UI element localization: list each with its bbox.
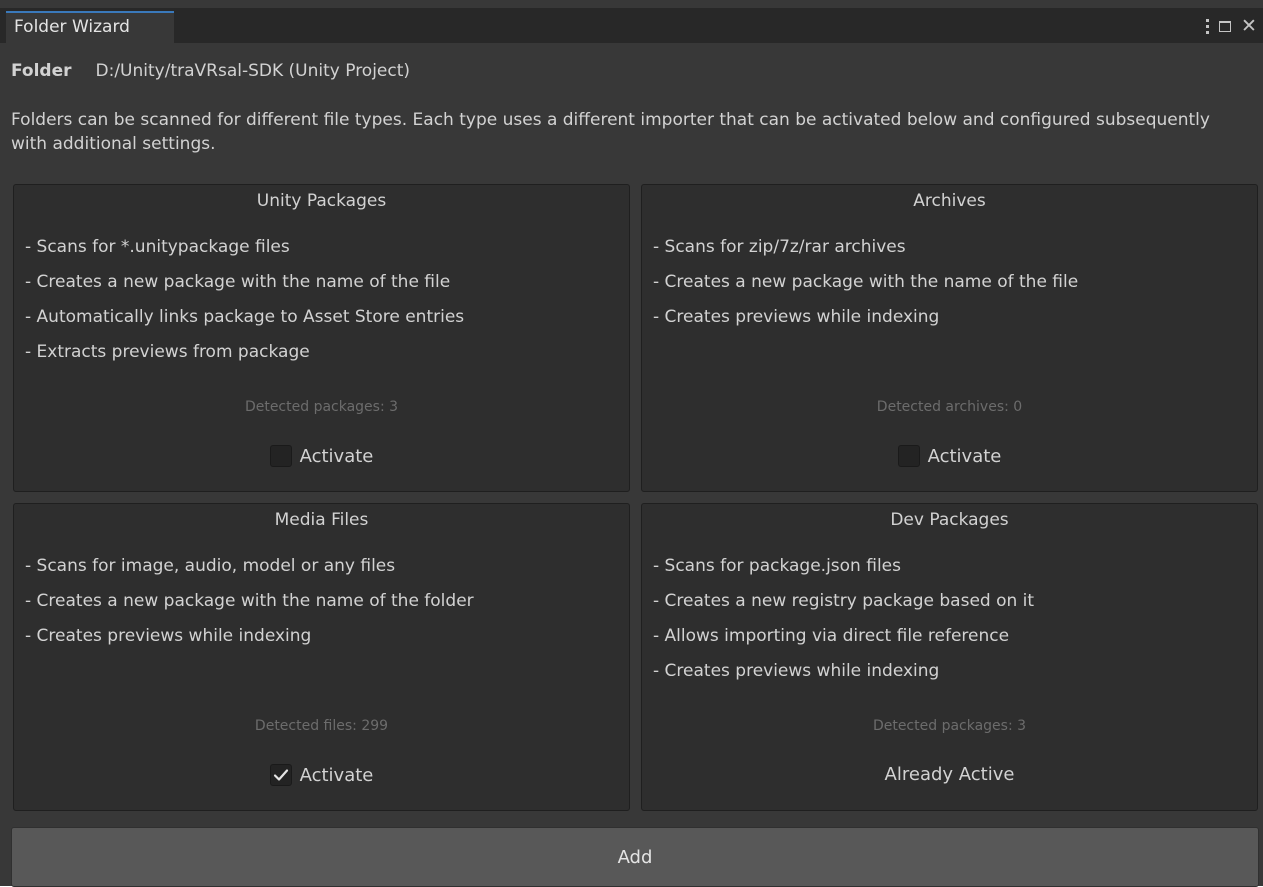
feature-list: - Scans for zip/7z/rar archives - Create…: [653, 237, 1078, 342]
card-title: Archives: [913, 191, 986, 211]
activate-toggle[interactable]: Activate: [14, 445, 629, 467]
tab-bar: Folder Wizard ✕: [0, 8, 1263, 43]
feature-item: - Scans for *.unitypackage files: [25, 237, 290, 257]
feature-item: - Creates a new package with the name of…: [653, 272, 1079, 292]
tab-folder-wizard[interactable]: Folder Wizard: [6, 11, 174, 43]
feature-list: - Scans for package.json files - Creates…: [653, 556, 1034, 696]
feature-item: - Allows importing via direct file refer…: [653, 626, 1010, 646]
window-controls: ✕: [1205, 16, 1257, 36]
folder-path: D:/Unity/traVRsal-SDK (Unity Project): [95, 61, 411, 81]
card-title: Media Files: [274, 510, 369, 530]
card-title: Dev Packages: [890, 510, 1009, 530]
add-button[interactable]: Add: [11, 827, 1259, 887]
card-media-files: Media Files - Scans for image, audio, mo…: [13, 503, 630, 811]
checkmark-icon: [273, 769, 288, 781]
feature-item: - Creates a new registry package based o…: [653, 591, 1035, 611]
feature-item: - Creates previews while indexing: [653, 661, 940, 681]
card-archives: Archives - Scans for zip/7z/rar archives…: [641, 184, 1258, 492]
activate-checkbox[interactable]: [269, 445, 292, 467]
status-row: Already Active: [642, 764, 1257, 785]
activate-label[interactable]: Activate: [300, 446, 374, 467]
already-active-status: Already Active: [884, 764, 1015, 785]
feature-item: - Extracts previews from package: [25, 342, 310, 362]
activate-toggle[interactable]: Activate: [14, 764, 629, 786]
detected-count: Detected files: 299: [254, 718, 389, 734]
feature-item: - Creates previews while indexing: [653, 307, 940, 327]
activate-label[interactable]: Activate: [300, 765, 374, 786]
activate-checkbox[interactable]: [897, 445, 920, 467]
card-title: Unity Packages: [256, 191, 387, 211]
feature-list: - Scans for *.unitypackage files - Creat…: [25, 237, 464, 377]
card-dev-packages: Dev Packages - Scans for package.json fi…: [641, 503, 1258, 811]
maximize-icon[interactable]: [1219, 20, 1231, 32]
detected-count: Detected packages: 3: [244, 399, 399, 415]
feature-item: - Creates a new package with the name of…: [25, 591, 474, 611]
feature-item: - Scans for zip/7z/rar archives: [653, 237, 906, 257]
feature-item: - Creates previews while indexing: [25, 626, 312, 646]
activate-label[interactable]: Activate: [928, 446, 1002, 467]
feature-item: - Creates a new package with the name of…: [25, 272, 451, 292]
folder-wizard-window: Folder Wizard ✕ Folder D:/Unity/traVRsal-…: [0, 0, 1263, 887]
activate-toggle[interactable]: Activate: [642, 445, 1257, 467]
activate-checkbox[interactable]: [269, 764, 292, 786]
detected-count: Detected packages: 3: [872, 718, 1027, 734]
detected-count: Detected archives: 0: [876, 399, 1023, 415]
card-unity-packages: Unity Packages - Scans for *.unitypackag…: [13, 184, 630, 492]
kebab-menu-icon[interactable]: [1205, 18, 1209, 34]
feature-item: - Scans for image, audio, model or any f…: [25, 556, 396, 576]
wizard-description: Folders can be scanned for different fil…: [11, 110, 1210, 154]
feature-list: - Scans for image, audio, model or any f…: [25, 556, 474, 661]
feature-item: - Automatically links package to Asset S…: [25, 307, 465, 327]
feature-item: - Scans for package.json files: [653, 556, 901, 576]
folder-row: Folder D:/Unity/traVRsal-SDK (Unity Proje…: [11, 61, 410, 81]
close-icon[interactable]: ✕: [1241, 17, 1257, 36]
folder-label: Folder: [11, 61, 72, 81]
